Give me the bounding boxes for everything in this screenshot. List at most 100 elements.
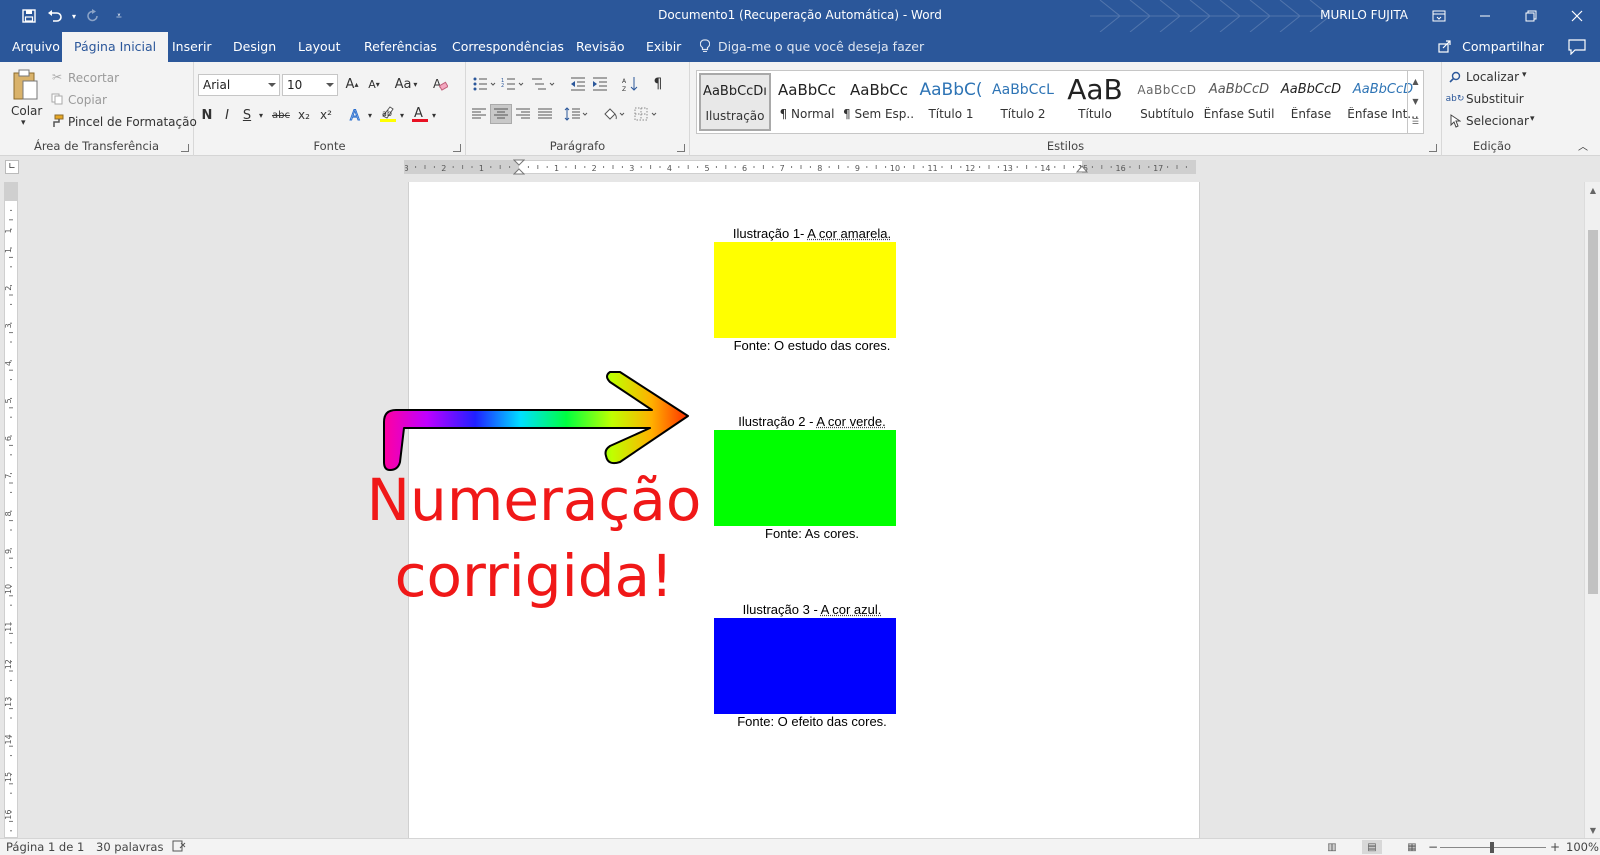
grow-font-button[interactable]: A ▴ bbox=[342, 74, 362, 94]
highlight-dropdown-icon[interactable]: ▾ bbox=[398, 106, 406, 124]
yellow-rectangle[interactable] bbox=[714, 242, 896, 338]
zoom-in-icon[interactable]: + bbox=[1550, 840, 1560, 854]
shading-icon[interactable] bbox=[600, 104, 628, 124]
paste-icon[interactable] bbox=[10, 68, 40, 102]
customize-toolbar-icon[interactable]: ⩡ bbox=[108, 6, 130, 26]
undo-icon[interactable] bbox=[44, 6, 66, 26]
user-name[interactable]: MURILO FUJITA bbox=[1320, 8, 1408, 22]
change-case-button[interactable]: Aa ▾ bbox=[390, 74, 422, 94]
styles-dialog-launcher-icon[interactable] bbox=[1429, 144, 1437, 152]
zoom-out-icon[interactable]: − bbox=[1428, 840, 1438, 854]
gallery-down-icon[interactable]: ▼ bbox=[1408, 91, 1423, 111]
restore-icon[interactable] bbox=[1508, 0, 1554, 32]
scroll-down-icon[interactable]: ▼ bbox=[1585, 822, 1600, 838]
page-count[interactable]: Página 1 de 1 bbox=[6, 840, 84, 854]
gallery-up-icon[interactable]: ▲ bbox=[1408, 71, 1423, 91]
collapse-ribbon-icon[interactable]: ︿ bbox=[1576, 138, 1590, 153]
shrink-font-button[interactable]: A ▾ bbox=[364, 74, 384, 94]
borders-icon[interactable] bbox=[632, 104, 660, 124]
tell-me-box[interactable]: Diga-me o que você deseja fazer bbox=[699, 32, 924, 62]
underline-button[interactable]: S bbox=[238, 106, 256, 124]
font-size-combo[interactable]: 10 bbox=[282, 74, 338, 96]
numbering-icon[interactable]: 12 bbox=[500, 74, 526, 94]
share-button[interactable]: Compartilhar bbox=[1438, 32, 1544, 62]
line-spacing-icon[interactable] bbox=[562, 104, 590, 124]
multilevel-list-icon[interactable] bbox=[528, 74, 558, 94]
font-name-combo[interactable]: Arial bbox=[198, 74, 280, 96]
strikethrough-button[interactable]: abc bbox=[270, 106, 292, 124]
tab-exibir[interactable]: Exibir bbox=[634, 32, 693, 62]
blue-rectangle[interactable] bbox=[714, 618, 896, 714]
web-layout-icon[interactable]: ▦ bbox=[1402, 840, 1422, 854]
comments-icon[interactable] bbox=[1568, 39, 1586, 56]
align-left-icon[interactable] bbox=[468, 104, 490, 124]
format-painter-button[interactable]: Pincel de Formatação bbox=[68, 115, 197, 129]
paragraph-dialog-launcher-icon[interactable] bbox=[677, 144, 685, 152]
first-line-indent-marker[interactable] bbox=[512, 159, 526, 178]
vertical-ruler[interactable]: 11234567891011121314151617 bbox=[4, 182, 18, 838]
justify-icon[interactable] bbox=[534, 104, 556, 124]
figure-caption[interactable]: Ilustração 1- A cor amarela. bbox=[662, 226, 962, 241]
close-icon[interactable] bbox=[1554, 0, 1600, 32]
tab-inserir[interactable]: Inserir bbox=[160, 32, 224, 62]
style-sem-espacamento[interactable]: AaBbCc ¶ Sem Esp... bbox=[843, 73, 915, 131]
tab-design[interactable]: Design bbox=[221, 32, 288, 62]
scrollbar-thumb[interactable] bbox=[1588, 230, 1598, 594]
print-layout-icon[interactable]: ▤ bbox=[1362, 840, 1382, 854]
green-rectangle[interactable] bbox=[714, 430, 896, 526]
paste-label[interactable]: Colar bbox=[11, 104, 42, 118]
style-enfase[interactable]: AaBbCcD Ênfase bbox=[1275, 73, 1347, 131]
increase-indent-icon[interactable] bbox=[590, 74, 610, 94]
text-effects-dropdown-icon[interactable]: ▾ bbox=[366, 106, 374, 124]
highlight-icon[interactable]: ab bbox=[378, 104, 398, 124]
format-painter-icon[interactable] bbox=[50, 114, 64, 128]
tab-referencias[interactable]: Referências bbox=[352, 32, 449, 62]
tab-pagina-inicial[interactable]: Página Inicial bbox=[62, 32, 169, 62]
proofing-icon[interactable] bbox=[172, 840, 186, 855]
align-center-icon[interactable] bbox=[490, 104, 512, 124]
clipboard-dialog-launcher-icon[interactable] bbox=[181, 144, 189, 152]
paste-dropdown-icon[interactable]: ▾ bbox=[21, 118, 26, 128]
font-color-icon[interactable]: A bbox=[410, 104, 430, 124]
copy-button[interactable]: Copiar bbox=[68, 93, 107, 107]
zoom-level[interactable]: 100% bbox=[1566, 840, 1599, 854]
undo-dropdown-icon[interactable]: ▾ bbox=[70, 6, 78, 26]
italic-button[interactable]: I bbox=[218, 106, 236, 124]
clear-formatting-icon[interactable]: A bbox=[430, 74, 450, 94]
style-titulo-1[interactable]: AaBbC( Título 1 bbox=[915, 73, 987, 131]
style-normal[interactable]: AaBbCc ¶ Normal bbox=[771, 73, 843, 131]
horizontal-ruler[interactable]: 3211234567891011121314151617 bbox=[404, 159, 1196, 175]
tab-correspondencias[interactable]: Correspondências bbox=[440, 32, 576, 62]
style-titulo-2[interactable]: AaBbCcL Título 2 bbox=[987, 73, 1059, 131]
bullets-icon[interactable] bbox=[472, 74, 498, 94]
show-marks-icon[interactable]: ¶ bbox=[648, 74, 668, 94]
decrease-indent-icon[interactable] bbox=[568, 74, 588, 94]
find-dropdown-icon[interactable]: ▾ bbox=[1522, 70, 1527, 80]
ribbon-display-options-icon[interactable] bbox=[1416, 0, 1462, 32]
gallery-more-icon[interactable]: ☰ bbox=[1408, 111, 1423, 131]
save-icon[interactable] bbox=[18, 6, 40, 26]
scroll-up-icon[interactable]: ▲ bbox=[1585, 182, 1600, 198]
bold-button[interactable]: N bbox=[198, 106, 216, 124]
tab-selector-icon[interactable]: ∟ bbox=[5, 160, 19, 174]
style-subtitulo[interactable]: AaBbCcD Subtítulo bbox=[1131, 73, 1203, 131]
cut-button[interactable]: Recortar bbox=[68, 71, 119, 85]
style-enfase-sutil[interactable]: AaBbCcD Ênfase Sutil bbox=[1203, 73, 1275, 131]
tab-revisao[interactable]: Revisão bbox=[564, 32, 637, 62]
replace-icon[interactable]: ab↻ bbox=[1446, 92, 1465, 106]
tab-layout[interactable]: Layout bbox=[286, 32, 353, 62]
subscript-button[interactable]: x₂ bbox=[294, 106, 314, 124]
font-color-dropdown-icon[interactable]: ▾ bbox=[430, 106, 438, 124]
font-dialog-launcher-icon[interactable] bbox=[453, 144, 461, 152]
style-ilustracao[interactable]: AaBbCcDı Ilustração bbox=[699, 73, 771, 131]
copy-icon[interactable] bbox=[50, 92, 64, 106]
read-mode-icon[interactable]: ▥ bbox=[1322, 840, 1342, 854]
zoom-slider-thumb[interactable] bbox=[1490, 842, 1494, 853]
find-icon[interactable] bbox=[1448, 70, 1462, 84]
select-button[interactable]: Selecionar bbox=[1466, 114, 1529, 128]
figure-source[interactable]: Fonte: O estudo das cores. bbox=[662, 338, 962, 353]
redo-icon[interactable] bbox=[82, 6, 104, 26]
underline-dropdown-icon[interactable]: ▾ bbox=[256, 106, 266, 124]
sort-icon[interactable]: AZ bbox=[620, 74, 640, 94]
align-right-icon[interactable] bbox=[512, 104, 534, 124]
